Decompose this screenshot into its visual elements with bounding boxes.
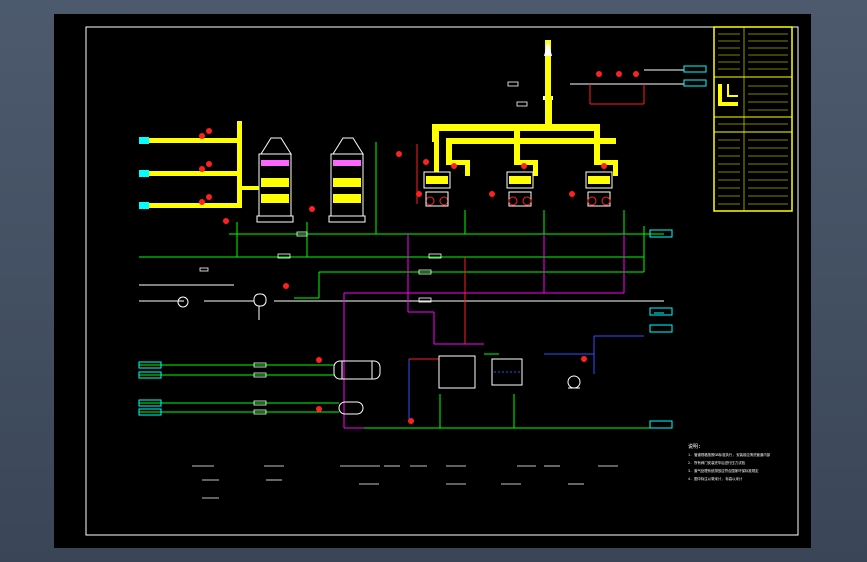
outlet-tags (138, 229, 673, 429)
notes-line-3: 3. 废气处理系统排放应符合国家环保标准规定 (688, 468, 759, 473)
notes-line-2: 2. 所有阀门安装完毕后进行压力试验 (688, 460, 746, 465)
fan-unit-2 (506, 171, 534, 207)
valve-icon (199, 81, 528, 415)
drawing-sheet: 说明: 1. 管道规格按照GB标准执行, 安装前应清洗管道内部 2. 所有阀门安… (54, 14, 811, 548)
notes-block: 说明: 1. 管道规格按照GB标准执行, 安装前应清洗管道内部 2. 所有阀门安… (688, 443, 771, 481)
legend-table (713, 26, 793, 212)
notes-line-1: 1. 管道规格按照GB标准执行, 安装前应清洗管道内部 (688, 452, 771, 457)
scrubber-tower-2 (328, 137, 366, 223)
process-pipes (139, 142, 664, 429)
equipment-tags (192, 465, 618, 499)
top-right-gas-line (570, 65, 707, 105)
stack-icon (543, 40, 553, 100)
pid-diagram: 说明: 1. 管道规格按照GB标准执行, 安装前应清洗管道内部 2. 所有阀门安… (85, 26, 799, 536)
notes-line-4: 4. 图中标注以毫米计, 标高以米计 (688, 476, 743, 481)
fan-unit-1 (423, 171, 451, 207)
tank-icon (438, 355, 523, 389)
notes-title: 说明: (688, 443, 701, 450)
instrument-bubbles (199, 71, 639, 424)
gas-inlets (139, 121, 259, 209)
heat-exchanger-icon (333, 360, 381, 415)
drawing-border (85, 26, 799, 536)
pump-icon (567, 375, 581, 389)
fan-unit-3 (585, 171, 613, 207)
scrubber-tower-1 (256, 137, 294, 223)
